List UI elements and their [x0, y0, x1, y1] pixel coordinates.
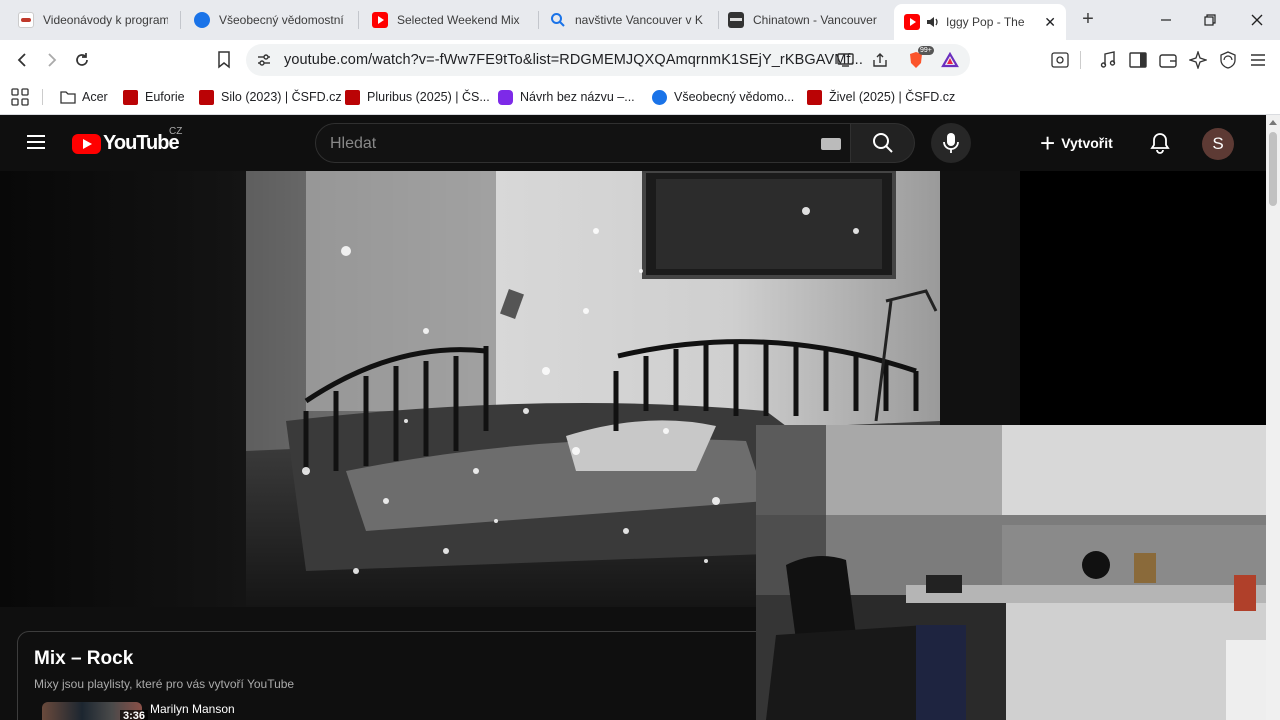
youtube-logo[interactable]: YouTube CZ: [72, 126, 182, 155]
page-scrollbar[interactable]: [1266, 115, 1280, 720]
scroll-up-icon[interactable]: [1269, 120, 1277, 125]
avatar[interactable]: S: [1202, 128, 1234, 160]
bookmark-navrh[interactable]: Návrh bez názvu –...: [498, 88, 635, 106]
reload-button[interactable]: [70, 48, 94, 72]
tab-iggy-pop[interactable]: Iggy Pop - The P ✕: [894, 4, 1066, 40]
close-window-button[interactable]: [1243, 6, 1271, 34]
tab-separator: [180, 11, 181, 29]
site-settings-icon[interactable]: [254, 50, 274, 70]
dark-site-icon: [728, 12, 744, 28]
mix-subtitle: Mixy jsou playlisty, které pro vás vytvo…: [34, 677, 295, 691]
brave-rewards-icon[interactable]: [940, 50, 960, 70]
back-button[interactable]: [10, 48, 34, 72]
search-button[interactable]: [851, 123, 915, 163]
audio-playing-icon[interactable]: [926, 15, 940, 29]
reader-mode-icon[interactable]: [1050, 50, 1070, 70]
wallet-icon[interactable]: [1158, 50, 1178, 70]
folder-icon: [60, 90, 76, 105]
vpn-icon[interactable]: [1218, 50, 1238, 70]
share-icon[interactable]: [870, 50, 890, 70]
minimize-button[interactable]: [1152, 6, 1180, 34]
camera-feed: [756, 425, 1280, 720]
tab-videonavody[interactable]: Videonávody k programu: [8, 0, 178, 40]
restore-button[interactable]: [1196, 6, 1224, 34]
bookmark-icon[interactable]: [212, 48, 236, 72]
csfd-icon: [807, 89, 822, 105]
youtube-icon: [904, 14, 920, 30]
microphone-icon: [943, 133, 959, 153]
tab-vancouver-search[interactable]: navštivte Vancouver v K: [540, 0, 716, 40]
youtube-play-icon: [72, 133, 101, 154]
leo-ai-icon[interactable]: [1188, 50, 1208, 70]
tab-strip: Videonávody k programu Všeobecný vědomos…: [0, 0, 1280, 40]
csfd-icon: [199, 89, 214, 105]
tab-vseobecny[interactable]: Všeobecný vědomostní: [184, 0, 356, 40]
search-icon: [550, 12, 566, 28]
scrollbar-thumb[interactable]: [1269, 132, 1277, 206]
mix-title[interactable]: Mix – Rock: [34, 648, 133, 670]
bookmark-acer[interactable]: Acer: [60, 88, 108, 106]
globe-icon: [652, 89, 667, 105]
globe-icon: [194, 12, 210, 28]
bookmark-zivel[interactable]: Živel (2025) | ČSFD.cz: [807, 88, 955, 106]
csfd-icon: [123, 89, 138, 105]
player-ambient-left: [0, 171, 246, 607]
address-bar[interactable]: youtube.com/watch?v=-fWw7FE9tTo&list=RDG…: [246, 44, 970, 76]
bookmarks-bar: Acer Euforie Silo (2023) | ČSFD.cz Pluri…: [0, 80, 1280, 115]
bookmark-euforie[interactable]: Euforie: [123, 88, 185, 106]
plus-icon: +: [1040, 128, 1056, 158]
sidebar-icon[interactable]: [1128, 50, 1148, 70]
csfd-icon: [345, 89, 360, 105]
youtube-icon: [372, 12, 388, 28]
browser-toolbar: youtube.com/watch?v=-fWw7FE9tTo&list=RDG…: [0, 40, 1280, 80]
search-input[interactable]: [330, 133, 790, 155]
canva-icon: [498, 89, 513, 105]
brave-badge: 99+: [918, 46, 934, 55]
music-icon[interactable]: [1098, 50, 1118, 70]
voice-search-button[interactable]: [931, 123, 971, 163]
new-tab-button[interactable]: +: [1077, 8, 1099, 30]
bookmark-vseobecny[interactable]: Všeobecný vědomo...: [652, 88, 794, 106]
playlist-item-duration: 3:36: [120, 710, 149, 720]
forward-button[interactable]: [40, 48, 64, 72]
apps-icon[interactable]: [11, 88, 29, 106]
search-icon: [872, 133, 893, 153]
menu-icon[interactable]: [1248, 50, 1268, 70]
cast-icon[interactable]: [836, 50, 856, 70]
tab-separator: [538, 11, 539, 29]
toolbar-divider: [1080, 51, 1081, 69]
guide-menu-icon[interactable]: [24, 131, 48, 155]
tab-separator: [358, 11, 359, 29]
bookmark-silo[interactable]: Silo (2023) | ČSFD.cz: [199, 88, 342, 106]
camera-overlay[interactable]: [756, 425, 1280, 720]
playlist-item-artist[interactable]: Marilyn Manson: [150, 702, 235, 716]
search-box: [315, 123, 851, 163]
tab-weekend-mix[interactable]: Selected Weekend Mix: [362, 0, 536, 40]
close-tab-icon[interactable]: ✕: [1036, 14, 1056, 31]
notifications-icon[interactable]: [1144, 127, 1176, 159]
mix-playlist-panel: Mix – Rock Mixy jsou playlisty, které pr…: [17, 631, 777, 720]
youtube-header: YouTube CZ + Vytvořit S: [0, 115, 1266, 171]
bookmark-pluribus[interactable]: Pluribus (2025) | ČS...: [345, 88, 490, 106]
tab-chinatown[interactable]: Chinatown - Vancouver: [718, 0, 892, 40]
acer-icon: [18, 12, 34, 28]
url-text: youtube.com/watch?v=-fWw7FE9tTo&list=RDG…: [284, 52, 863, 68]
country-code: CZ: [169, 126, 183, 137]
bookmarks-divider: [42, 89, 43, 105]
create-button[interactable]: + Vytvořit: [1030, 123, 1127, 163]
keyboard-icon[interactable]: [821, 138, 841, 150]
